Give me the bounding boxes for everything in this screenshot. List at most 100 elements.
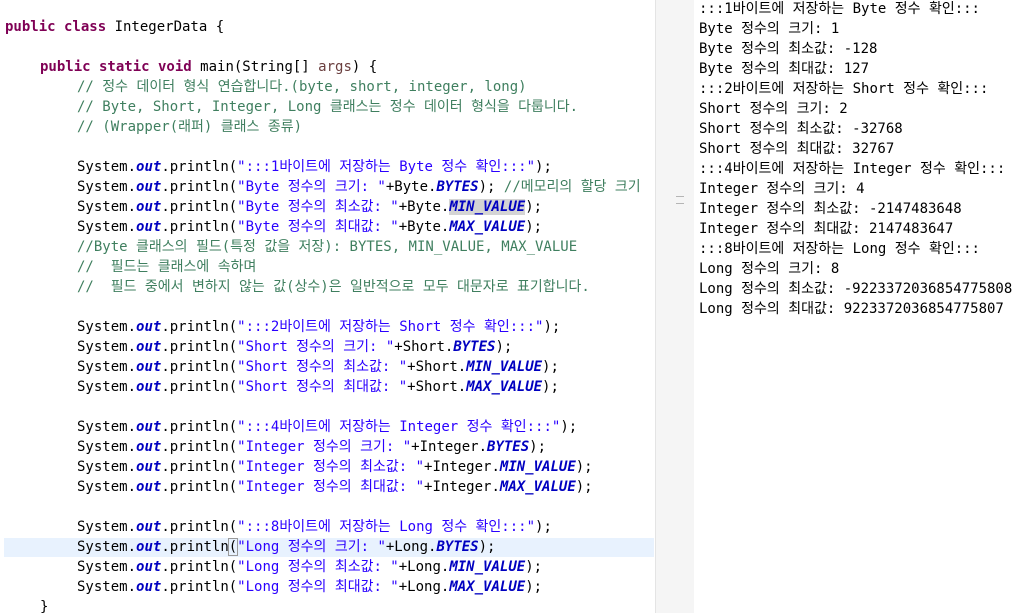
code-line[interactable]: System.out.println("Long 정수의 크기: "+Long.… <box>77 537 495 557</box>
code-line[interactable]: System.out.println(":::8바이트에 저장하는 Long 정… <box>77 517 552 537</box>
class-ref: +Integer. <box>411 439 488 455</box>
method-open: ) { <box>351 59 378 75</box>
code-line[interactable]: System.out.println("Integer 정수의 최소값: "+I… <box>77 457 593 477</box>
system-token: System. <box>77 219 137 235</box>
console-line: Byte 정수의 크기: 1 <box>699 21 840 37</box>
code-editor[interactable]: public class IntegerData { public static… <box>0 0 655 613</box>
out-field: out <box>136 179 162 195</box>
class-declaration[interactable]: public class IntegerData { <box>5 17 224 37</box>
println-token: .println( <box>161 159 238 175</box>
string-literal: "Long 정수의 최대값: " <box>237 579 399 595</box>
main-method-declaration[interactable]: public static void main(String[] args) { <box>40 57 377 77</box>
class-ref: +Long. <box>398 559 450 575</box>
static-field: MAX_VALUE <box>499 479 576 495</box>
println-token: .println( <box>161 419 238 435</box>
class-ref: +Short. <box>407 359 467 375</box>
code-line[interactable]: System.out.println("Long 정수의 최대값: "+Long… <box>77 577 542 597</box>
println-token: .println( <box>161 339 238 355</box>
console-line: Integer 정수의 최대값: 2147483647 <box>699 221 954 237</box>
code-line[interactable]: System.out.println(":::2바이트에 저장하는 Short … <box>77 317 560 337</box>
code-line[interactable]: System.out.println("Byte 정수의 크기: "+Byte.… <box>77 177 641 197</box>
code-line[interactable]: System.out.println("Long 정수의 최소값: "+Long… <box>77 557 542 577</box>
class-ref: +Short. <box>394 339 454 355</box>
method-modifiers: public static void <box>40 59 201 75</box>
static-field: BYTES <box>487 439 530 455</box>
console-line: Long 정수의 최소값: -9223372036854775808 <box>699 281 1013 297</box>
static-field: BYTES <box>436 179 479 195</box>
static-field: BYTES <box>453 339 496 355</box>
statement-end: ); <box>495 339 513 355</box>
system-token: System. <box>77 199 137 215</box>
comment-line[interactable]: // 필드는 클래스에 속하며 <box>77 257 256 277</box>
comment-line[interactable]: // 필드 중에서 변하지 않는 값(상수)은 일반적으로 모두 대문자로 표기… <box>77 277 590 297</box>
system-token: System. <box>77 339 137 355</box>
out-field: out <box>136 419 162 435</box>
comment-line[interactable]: // Byte, Short, Integer, Long 클래스는 정수 데이… <box>77 97 578 117</box>
comment-line[interactable]: //Byte 클래스의 필드(특정 값을 저장): BYTES, MIN_VAL… <box>77 237 577 257</box>
string-literal: ":::1바이트에 저장하는 Byte 정수 확인:::" <box>237 159 536 175</box>
class-ref: +Long. <box>385 539 437 555</box>
string-literal: "Byte 정수의 크기: " <box>237 179 386 195</box>
statement-end: ); <box>529 439 547 455</box>
console-line: Integer 정수의 크기: 4 <box>699 181 865 197</box>
static-field: MAX_VALUE <box>449 219 526 235</box>
out-field: out <box>136 159 162 175</box>
statement-end: ); <box>525 579 543 595</box>
out-field: out <box>136 359 162 375</box>
out-field: out <box>136 339 162 355</box>
static-field: MIN_VALUE <box>449 199 526 215</box>
sash-handle-icon[interactable] <box>676 196 684 204</box>
statement-end: ); <box>542 359 559 375</box>
println-token: .println( <box>161 199 238 215</box>
class-ref: +Long. <box>398 579 450 595</box>
println-token: .println( <box>161 519 238 535</box>
class-ref: +Short. <box>407 379 467 395</box>
code-line[interactable]: System.out.println(":::4바이트에 저장하는 Intege… <box>77 417 577 437</box>
comment-line[interactable]: // (Wrapper(래퍼) 클래스 종류) <box>77 117 302 137</box>
statement-end: ); <box>543 319 561 335</box>
string-literal: "Short 정수의 크기: " <box>237 339 395 355</box>
code-line[interactable]: System.out.println("Integer 정수의 크기: "+In… <box>77 437 546 457</box>
println-token: .println <box>161 539 229 555</box>
system-token: System. <box>77 479 137 495</box>
out-field: out <box>136 199 162 215</box>
system-token: System. <box>77 519 137 535</box>
statement-end: ); <box>525 199 543 215</box>
code-line[interactable]: System.out.println("Integer 정수의 최대값: "+I… <box>77 477 593 497</box>
system-token: System. <box>77 539 137 555</box>
static-field: MAX_VALUE <box>449 579 526 595</box>
code-line[interactable]: System.out.println("Short 정수의 최소값: "+Sho… <box>77 357 559 377</box>
out-field: out <box>136 559 162 575</box>
system-token: System. <box>77 419 137 435</box>
code-line[interactable]: System.out.println("Short 정수의 크기: "+Shor… <box>77 337 512 357</box>
code-line[interactable]: System.out.println("Byte 정수의 최대값: "+Byte… <box>77 217 542 237</box>
println-token: .println( <box>161 459 238 475</box>
code-line[interactable]: System.out.println(":::1바이트에 저장하는 Byte 정… <box>77 157 552 177</box>
println-token: .println( <box>161 359 238 375</box>
println-token: .println( <box>161 479 238 495</box>
closing-brace[interactable]: } <box>40 597 48 613</box>
static-field: MIN_VALUE <box>499 459 576 475</box>
static-field: MAX_VALUE <box>466 379 543 395</box>
console-line: :::2바이트에 저장하는 Short 정수 확인::: <box>699 81 989 97</box>
code-line[interactable]: System.out.println("Short 정수의 최대값: "+Sho… <box>77 377 559 397</box>
out-field: out <box>136 539 162 555</box>
comment-line[interactable]: // 정수 데이터 형식 연습합니다.(byte, short, integer… <box>77 77 527 97</box>
println-token: .println( <box>161 319 238 335</box>
statement-end: ); <box>525 219 543 235</box>
split-gutter[interactable] <box>656 0 694 613</box>
out-field: out <box>136 519 162 535</box>
out-field: out <box>136 579 162 595</box>
out-field: out <box>136 439 162 455</box>
param-name: args <box>318 59 352 75</box>
statement-end: ); <box>575 479 593 495</box>
println-token: .println( <box>161 219 238 235</box>
statement-end: ); <box>478 179 504 195</box>
println-token: .println( <box>161 579 238 595</box>
code-line[interactable]: System.out.println("Byte 정수의 최소값: "+Byte… <box>77 197 542 217</box>
console-line: Byte 정수의 최소값: -128 <box>699 41 878 57</box>
class-ref: +Byte. <box>398 219 450 235</box>
out-field: out <box>136 459 162 475</box>
system-token: System. <box>77 359 137 375</box>
static-field: BYTES <box>436 539 479 555</box>
